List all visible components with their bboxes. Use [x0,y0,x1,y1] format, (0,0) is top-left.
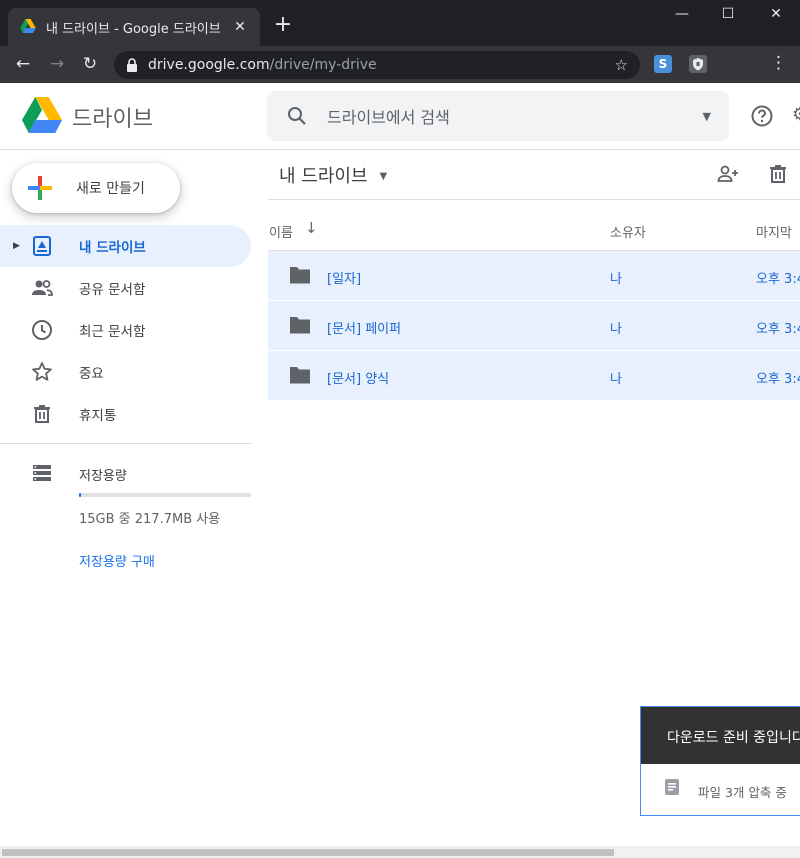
expand-arrow-icon[interactable]: ▶ [13,241,20,251]
delete-icon[interactable] [766,162,790,186]
sidebar-item-label: 휴지통 [79,408,117,424]
table-row[interactable]: [문서] 페이퍼 나 오후 3:4 [268,301,800,351]
tab-close-icon[interactable]: ✕ [232,19,248,35]
storage-bar-fill [79,493,82,497]
search-options-icon[interactable]: ▼ [703,110,711,123]
file-modified: 오후 3:4 [756,372,800,387]
tab-title: 내 드라이브 - Google 드라이브 [46,21,221,37]
page-title: 내 드라이브 [279,166,368,187]
star-icon [30,360,54,384]
settings-icon[interactable]: ⚙ [792,104,800,128]
sidebar-item-label: 공유 문서함 [79,282,146,298]
table-row[interactable]: [일자] 나 오후 3:4 [268,251,800,301]
reload-icon[interactable]: ↻ [79,53,101,75]
table-row[interactable]: [문서] 양식 나 오후 3:4 [268,351,800,401]
toolbar-divider [268,199,800,200]
file-name: [문서] 페이퍼 [327,322,402,337]
drive-favicon-icon [20,19,36,35]
toast-status: 파일 3개 압축 중 [698,785,787,800]
download-toast: 다운로드 준비 중입니다 파일 3개 압축 중 [640,706,800,816]
browser-titlebar: 내 드라이브 - Google 드라이브 ✕ + — ☐ ✕ [0,0,800,46]
folder-icon [288,365,312,385]
sort-arrow-down-icon[interactable]: ↓ [305,219,318,237]
file-owner: 나 [610,372,622,387]
toast-title: 다운로드 준비 중입니다 [641,707,800,764]
folder-icon [288,315,312,335]
sidebar-item-label: 내 드라이브 [79,240,146,256]
storage-usage: 15GB 중 217.7MB 사용 [79,512,221,527]
bookmark-star-icon[interactable]: ☆ [615,56,628,74]
browser-menu-icon[interactable]: ⋮ [770,53,787,73]
sidebar-item-my-drive[interactable]: ▶ 내 드라이브 [0,225,251,267]
trash-icon [30,402,54,426]
clock-icon [30,318,54,342]
scrollbar-thumb[interactable] [2,849,614,856]
back-icon[interactable]: ← [12,53,34,75]
sidebar-item-label: 중요 [79,366,104,382]
search-input[interactable]: 드라이브에서 검색 ▼ [267,91,729,141]
url-text: drive.google.com/drive/my-drive [148,57,615,73]
share-icon[interactable] [716,162,740,186]
sidebar-item-label: 최근 문서함 [79,324,146,340]
sidebar-item-shared[interactable]: 공유 문서함 [0,267,251,309]
lock-icon [126,58,138,72]
sidebar-nav: ▶ 내 드라이브 공유 문서함 최근 문서함 중요 휴지통 [0,225,251,435]
file-owner: 나 [610,322,622,337]
plus-icon [28,176,52,200]
storage-icon [30,461,54,485]
file-list: [일자] 나 오후 3:4 [문서] 페이퍼 나 오후 3:4 [문서] 양식 … [268,251,800,401]
file-modified: 오후 3:4 [756,272,800,287]
window-close-icon[interactable]: ✕ [766,6,786,22]
my-drive-icon [30,234,54,258]
sidebar-divider [0,443,251,444]
address-bar[interactable]: drive.google.com/drive/my-drive ☆ [114,51,640,79]
new-tab-button[interactable]: + [272,14,294,36]
extension-shield-icon[interactable] [689,55,707,73]
toast-body: 파일 3개 압축 중 [641,764,800,815]
file-modified: 오후 3:4 [756,322,800,337]
file-name: [일자] [327,272,362,287]
file-owner: 나 [610,272,622,287]
new-button-label: 새로 만들기 [76,181,145,197]
caret-down-icon: ▼ [379,171,388,182]
new-button[interactable]: 새로 만들기 [12,163,180,213]
buy-storage-link[interactable]: 저장용량 구매 [79,551,155,570]
column-header-owner: 소유자 [610,226,646,241]
help-icon[interactable] [750,104,774,128]
shared-icon [30,276,54,300]
folder-icon [288,265,312,285]
extension-s-icon[interactable]: S [654,55,672,73]
app-name[interactable]: 드라이브 [72,101,153,133]
drive-logo-icon[interactable] [22,97,62,133]
sidebar-item-starred[interactable]: 중요 [0,351,251,393]
my-drive-dropdown[interactable]: 내 드라이브 ▼ [279,162,387,188]
url-path: /drive/my-drive [269,57,377,73]
forward-icon[interactable]: → [46,53,68,75]
url-host: drive.google.com [148,57,270,73]
file-name: [문서] 양식 [327,372,390,387]
column-header-modified[interactable]: 마지막 [756,222,792,241]
zip-file-icon [663,778,681,796]
browser-tab[interactable]: 내 드라이브 - Google 드라이브 ✕ [8,8,260,46]
horizontal-scrollbar[interactable] [0,846,800,858]
minimize-icon[interactable]: — [672,6,692,22]
sidebar-item-recent[interactable]: 최근 문서함 [0,309,251,351]
browser-toolbar: ← → ↻ drive.google.com/drive/my-drive ☆ … [0,46,800,83]
drive-header: 드라이브 드라이브에서 검색 ▼ ⚙ [0,83,800,150]
column-header-name[interactable]: 이름 [269,222,293,241]
search-placeholder: 드라이브에서 검색 [327,108,450,127]
storage-bar [79,493,251,497]
sidebar-item-trash[interactable]: 휴지통 [0,393,251,435]
storage-label[interactable]: 저장용량 [79,465,127,484]
search-icon[interactable] [285,104,309,128]
maximize-icon[interactable]: ☐ [718,6,738,22]
